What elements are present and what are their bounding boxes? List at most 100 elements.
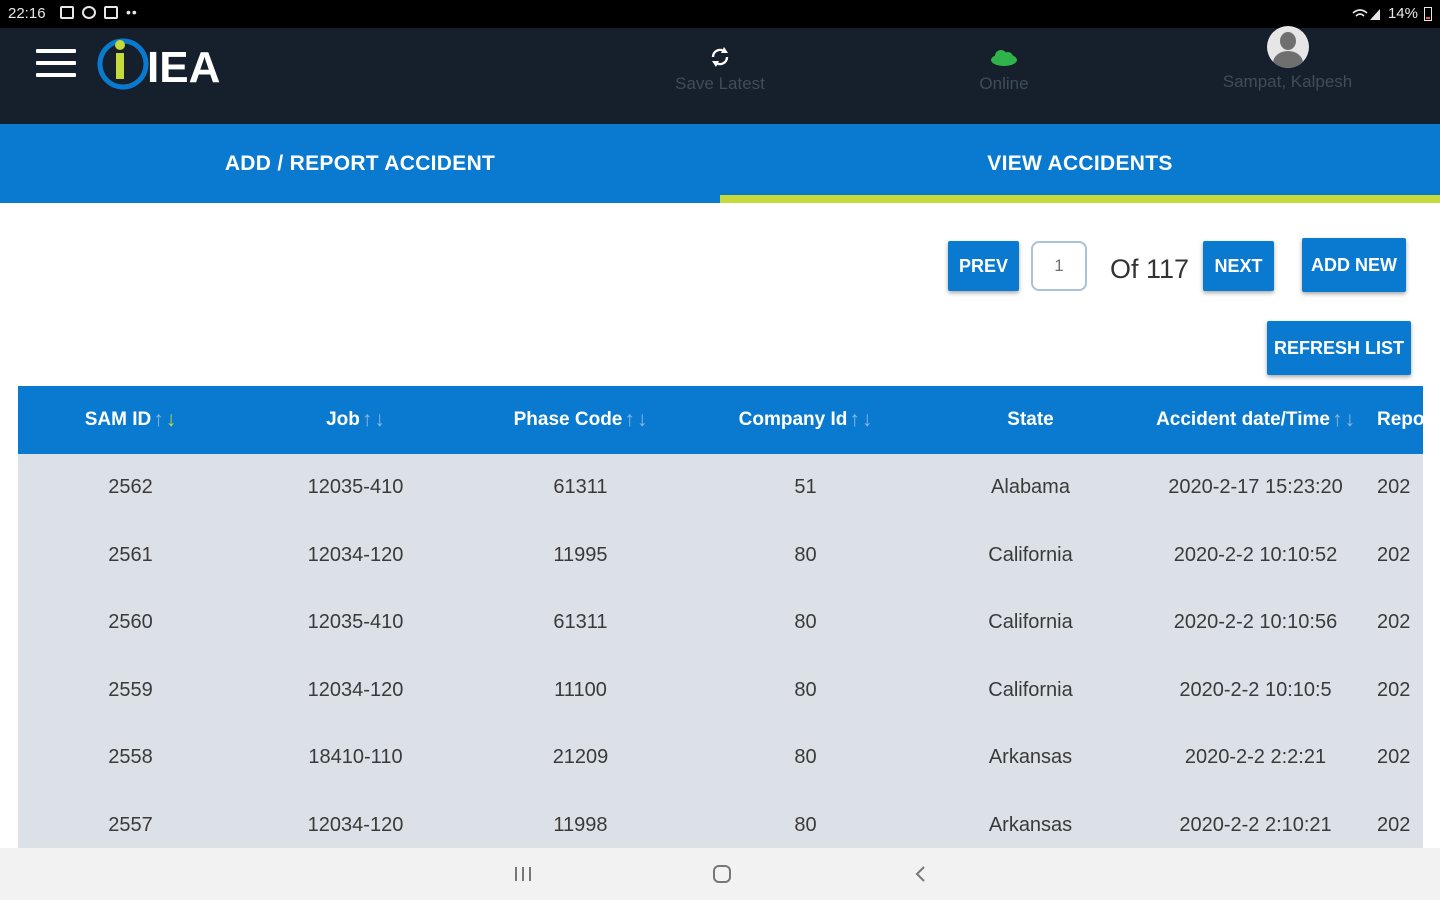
col-accident-datetime: Accident date/Time ↑ ↓ [1156, 408, 1355, 432]
table-row[interactable]: 2560 12035-410 61311 80 California 2020-2-2 1… [18, 589, 1423, 656]
add-new-button[interactable]: ADD NEW [1302, 238, 1406, 292]
sort-down-icon[interactable]: ↓ [1344, 408, 1355, 432]
col-phase-code: Phase Code ↑ ↓ [513, 408, 648, 432]
tab-bar: ADD / REPORT ACCIDENT VIEW ACCIDENTS [0, 124, 1440, 203]
cell-job: 12034-120 [307, 543, 404, 566]
gallery-notification-icon [60, 5, 74, 19]
status-bar: 22:16 •• 14% [0, 0, 1440, 28]
cell-job: 12034-120 [307, 813, 404, 836]
cell-state: Arkansas [988, 746, 1073, 768]
cell-report: 202 [1377, 813, 1411, 836]
sort-up-icon[interactable]: ↑ [362, 408, 373, 432]
user-profile[interactable]: Sampat, Kalpesh [1200, 26, 1375, 92]
cell-phase-code: 61311 [553, 611, 608, 633]
sort-up-icon[interactable]: ↑ [1332, 408, 1343, 432]
status-right-icons: 14% [1352, 5, 1432, 22]
col-report: Repo [1377, 409, 1423, 430]
sort-down-icon[interactable]: ↓ [862, 408, 873, 432]
cell-company-id: 80 [794, 611, 817, 633]
status-notification-icons: •• [60, 4, 138, 20]
user-name: Sampat, Kalpesh [1222, 72, 1353, 91]
page-number-input[interactable]: 1 [1031, 241, 1087, 291]
cell-accident-datetime: 2020-2-2 10:10:5 [1179, 678, 1332, 701]
cell-job: 12035-410 [307, 611, 404, 633]
cell-state: California [988, 678, 1073, 701]
table-row[interactable]: 2561 12034-120 11995 80 California 2020-2-2 1… [18, 522, 1423, 589]
table-row[interactable]: 2562 12035-410 61311 51 Alabama 2020-2-17 15:… [18, 454, 1423, 521]
cell-company-id: 51 [794, 476, 817, 498]
cell-report: 202 [1377, 611, 1411, 633]
sort-down-icon[interactable]: ↓ [374, 408, 385, 432]
back-icon[interactable] [900, 860, 940, 888]
cell-state: California [988, 611, 1073, 633]
menu-icon[interactable] [36, 49, 76, 79]
cell-state: Alabama [991, 476, 1070, 498]
table-row[interactable]: 2558 18410-110 21209 80 Arkansas 2020-2-2 2:2… [18, 724, 1423, 791]
col-state: State [1007, 409, 1054, 430]
battery-icon [1424, 6, 1432, 21]
sort-down-icon[interactable]: ↓ [166, 408, 177, 432]
logo-text: IEA [147, 43, 220, 90]
message-notification-icon [104, 5, 118, 19]
cell-job: 12035-410 [307, 476, 404, 498]
more-notifications-icon: •• [126, 4, 138, 20]
sort-down-icon[interactable]: ↓ [637, 408, 648, 432]
tab-view-accidents[interactable]: VIEW ACCIDENTS [720, 124, 1440, 203]
status-time: 22:16 [8, 5, 46, 22]
cell-sam-id: 2560 [108, 611, 153, 633]
online-status: Online [944, 40, 1064, 94]
sort-up-icon[interactable]: ↑ [624, 408, 635, 432]
cell-phase-code: 21209 [552, 746, 609, 768]
cell-job: 18410-110 [308, 746, 403, 768]
cell-sam-id: 2559 [108, 678, 153, 701]
cell-state: Arkansas [988, 813, 1073, 836]
cell-accident-datetime: 2020-2-2 2:2:21 [1184, 746, 1327, 768]
col-company-id: Company Id ↑ ↓ [738, 408, 873, 432]
accidents-table: SAM ID ↑ ↓ Job ↑ ↓ Phase Code ↑ ↓ Company I… [18, 386, 1423, 848]
cell-phase-code: 11100 [554, 678, 607, 701]
home-icon[interactable] [702, 860, 742, 888]
cell-report: 202 [1377, 543, 1411, 566]
sync-label: Save Latest [675, 74, 765, 93]
save-latest-button[interactable]: Save Latest [660, 40, 780, 94]
col-sam-id: SAM ID ↑ ↓ [84, 408, 177, 432]
sort-up-icon[interactable]: ↑ [849, 408, 860, 432]
cell-phase-code: 11995 [553, 543, 608, 566]
cell-sam-id: 2557 [108, 813, 153, 836]
recent-apps-icon[interactable] [503, 860, 543, 888]
cell-company-id: 80 [794, 746, 817, 768]
table-row[interactable]: 2559 12034-120 11100 80 California 2020-2-2 1… [18, 657, 1423, 724]
cell-company-id: 80 [794, 678, 817, 701]
settings-notification-icon [82, 5, 96, 19]
cell-accident-datetime: 2020-2-2 10:10:56 [1173, 611, 1338, 633]
table-body: 2562 12035-410 61311 51 Alabama 2020-2-17 15:… [18, 454, 1423, 848]
avatar [1266, 26, 1309, 68]
cell-accident-datetime: 2020-2-2 10:10:52 [1173, 543, 1338, 566]
cell-sam-id: 2562 [108, 476, 153, 498]
prev-button[interactable]: PREV [948, 241, 1019, 291]
cell-report: 202 [1377, 476, 1411, 498]
battery-percent: 14% [1387, 5, 1418, 22]
sort-up-icon[interactable]: ↑ [153, 408, 164, 432]
tab-add-report-accident[interactable]: ADD / REPORT ACCIDENT [0, 124, 720, 203]
cell-company-id: 80 [794, 543, 817, 566]
app-header: IEA Save Latest Online Sampat, Kalpesh [0, 26, 1440, 124]
refresh-list-button[interactable]: REFRESH LIST [1267, 321, 1411, 375]
cell-state: California [988, 543, 1073, 566]
sync-icon [711, 47, 729, 67]
cell-report: 202 [1377, 678, 1411, 701]
table-row[interactable]: 2557 12034-120 11998 80 Arkansas 2020-2-2 2:1… [18, 792, 1423, 849]
cloud-icon [991, 50, 1017, 66]
cell-accident-datetime: 2020-2-2 2:10:21 [1179, 813, 1332, 836]
cell-phase-code: 61311 [553, 476, 608, 498]
cell-report: 202 [1377, 746, 1411, 768]
cell-sam-id: 2558 [108, 746, 153, 768]
cell-company-id: 80 [794, 813, 817, 836]
table-header: SAM ID ↑ ↓ Job ↑ ↓ Phase Code ↑ ↓ Company I… [18, 386, 1423, 454]
next-button[interactable]: NEXT [1203, 241, 1274, 291]
cell-job: 12034-120 [307, 678, 404, 701]
system-nav-bar [0, 848, 1440, 900]
col-job: Job ↑ ↓ [326, 408, 385, 432]
page-total: Of 117 [1110, 254, 1190, 284]
cell-phase-code: 11998 [553, 813, 608, 836]
